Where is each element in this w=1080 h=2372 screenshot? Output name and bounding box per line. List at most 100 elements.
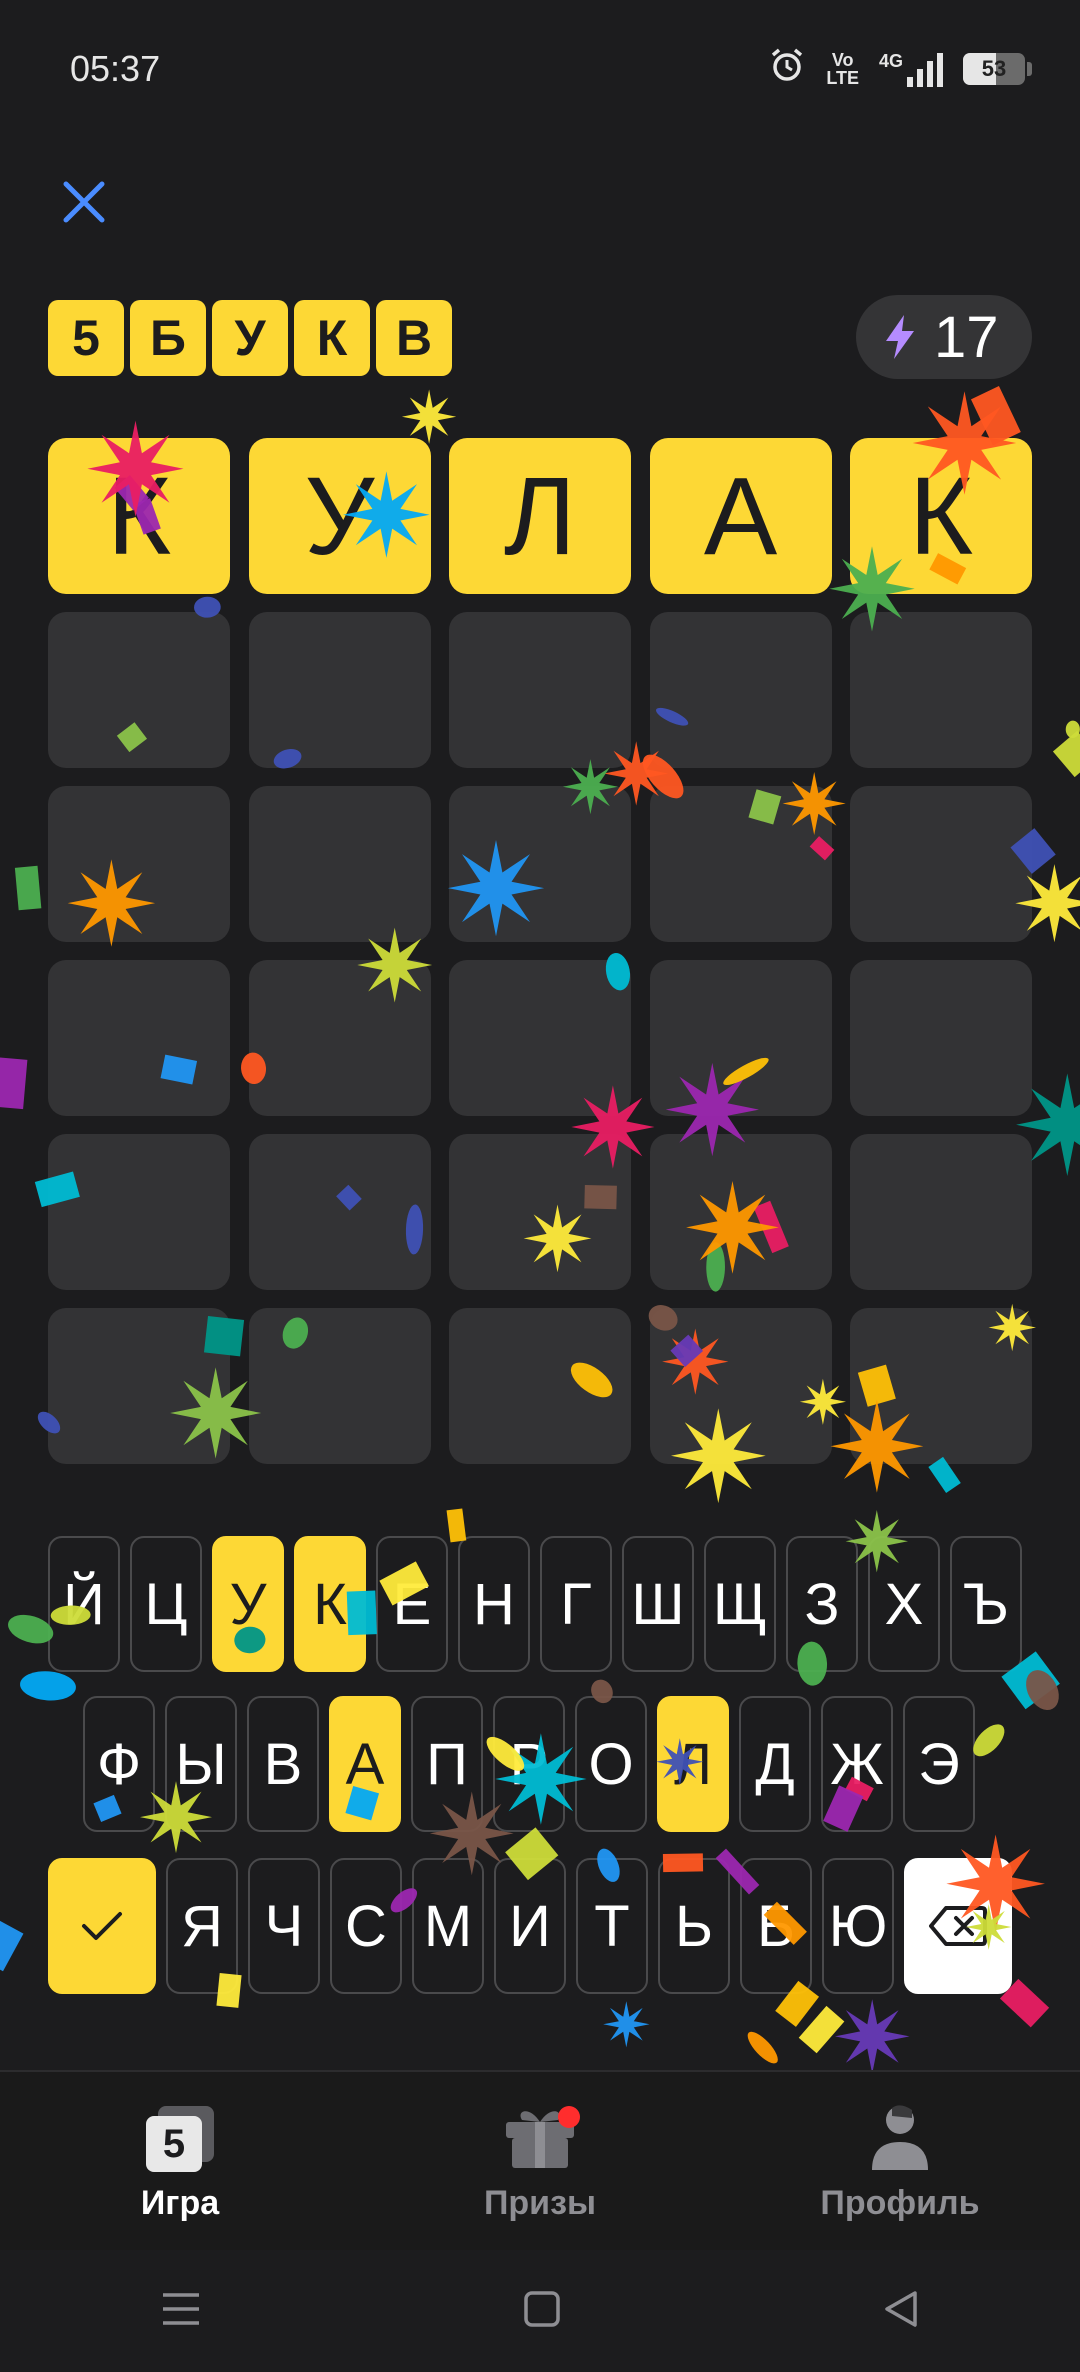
logo-tile: 5 [48, 300, 124, 376]
key[interactable]: Н [458, 1536, 530, 1672]
key[interactable]: Я [166, 1858, 238, 1994]
key[interactable]: Т [576, 1858, 648, 1994]
confetti-piece [1026, 1670, 1059, 1711]
key[interactable]: Щ [704, 1536, 776, 1672]
key[interactable]: Л [657, 1696, 729, 1832]
signal-icon [907, 51, 943, 87]
board-cell [649, 1134, 832, 1290]
nav-tab-profile[interactable]: Профиль [770, 2072, 1030, 2252]
confetti-piece [798, 2005, 845, 2054]
logo-tile: В [376, 300, 452, 376]
confetti-piece [20, 1671, 76, 1701]
game-board: К У Л А К [48, 438, 1032, 1464]
key[interactable]: У [212, 1536, 284, 1672]
volte-line2: LTE [826, 68, 859, 88]
nav-label-prizes: Призы [483, 2184, 597, 2222]
key[interactable]: Р [493, 1696, 565, 1832]
backspace-button[interactable] [904, 1858, 1012, 1994]
board-cell: К [48, 438, 230, 594]
key[interactable]: Е [376, 1536, 448, 1672]
nav-tab-prizes[interactable]: Призы [410, 2072, 670, 2252]
key[interactable]: О [575, 1696, 647, 1832]
key[interactable]: Ю [822, 1858, 894, 1994]
battery-level: 53 [981, 56, 1007, 81]
key[interactable]: Ъ [950, 1536, 1022, 1672]
board-cell [850, 612, 1032, 768]
board-cell [649, 786, 832, 942]
key[interactable]: Ь [658, 1858, 730, 1994]
key[interactable]: В [247, 1696, 319, 1832]
logo-tile: Б [130, 300, 206, 376]
board-cell [48, 612, 230, 768]
logo-tile: У [212, 300, 288, 376]
menu-icon[interactable] [159, 2289, 203, 2334]
board-cell: У [248, 438, 431, 594]
key[interactable]: П [411, 1696, 483, 1832]
key[interactable]: Ш [622, 1536, 694, 1672]
board-cell [649, 960, 832, 1116]
key[interactable]: Ы [165, 1696, 237, 1832]
key[interactable]: С [330, 1858, 402, 1994]
game-tab-badge: 5 [146, 2116, 202, 2172]
status-time: 05:37 [70, 48, 161, 89]
board-cell [449, 960, 631, 1116]
home-icon[interactable] [522, 2289, 562, 2334]
key[interactable]: Д [739, 1696, 811, 1832]
check-icon [82, 1912, 122, 1940]
key[interactable]: И [494, 1858, 566, 1994]
energy-counter[interactable]: 17 [856, 295, 1032, 379]
board-cell [850, 1134, 1032, 1290]
keyboard-row-2: Ф Ы В А П Р О Л Д Ж Э [83, 1696, 975, 1832]
confetti-piece [603, 2001, 650, 2048]
system-nav-bar [0, 2250, 1080, 2372]
profile-icon [860, 2096, 940, 2176]
key[interactable]: М [412, 1858, 484, 1994]
key[interactable]: А [329, 1696, 401, 1832]
key[interactable]: Х [868, 1536, 940, 1672]
board-cell [649, 1308, 832, 1464]
key[interactable]: Ц [130, 1536, 202, 1672]
close-button[interactable] [52, 170, 116, 234]
board-cell [48, 960, 230, 1116]
board-cell: А [649, 438, 832, 594]
key[interactable]: З [786, 1536, 858, 1672]
board-cell [850, 960, 1032, 1116]
status-bar: 05:37 Vo LTE 4G 53 [0, 0, 1080, 140]
confetti-piece [14, 865, 42, 911]
board-cell [449, 612, 631, 768]
key[interactable]: Э [903, 1696, 975, 1832]
nav-label-profile: Профиль [820, 2184, 980, 2222]
logo-5-bukv: 5 Б У К В [48, 300, 452, 376]
key[interactable]: Г [540, 1536, 612, 1672]
lightning-icon [886, 315, 914, 359]
board-cell [449, 1134, 631, 1290]
submit-button[interactable] [48, 1858, 156, 1994]
board-cell: Л [449, 438, 631, 594]
board-cell: К [850, 438, 1032, 594]
key[interactable]: Б [740, 1858, 812, 1994]
key[interactable]: Ч [248, 1858, 320, 1994]
nav-tab-game[interactable]: 5 Игра [50, 2072, 310, 2252]
key[interactable]: Й [48, 1536, 120, 1672]
board-cell [649, 612, 832, 768]
volte-icon: Vo LTE [826, 51, 859, 87]
board-cell [248, 1134, 431, 1290]
board-cell [248, 612, 431, 768]
volte-line1: Vo [831, 50, 854, 70]
key[interactable]: Ф [83, 1696, 155, 1832]
energy-count: 17 [934, 304, 999, 370]
back-icon[interactable] [881, 2289, 921, 2334]
confetti-piece [1052, 730, 1080, 778]
board-cell [449, 786, 631, 942]
board-cell [48, 1308, 230, 1464]
keyboard-row-1: Й Ц У К Е Н Г Ш Щ З Х Ъ [48, 1536, 1022, 1672]
board-cell [850, 1308, 1032, 1464]
confetti-piece [1065, 720, 1080, 739]
board-cell [248, 960, 431, 1116]
board-cell [48, 1134, 230, 1290]
key[interactable]: К [294, 1536, 366, 1672]
key[interactable]: Ж [821, 1696, 893, 1832]
board-cell [248, 1308, 431, 1464]
confetti-piece [0, 1056, 28, 1110]
backspace-icon [929, 1906, 987, 1946]
